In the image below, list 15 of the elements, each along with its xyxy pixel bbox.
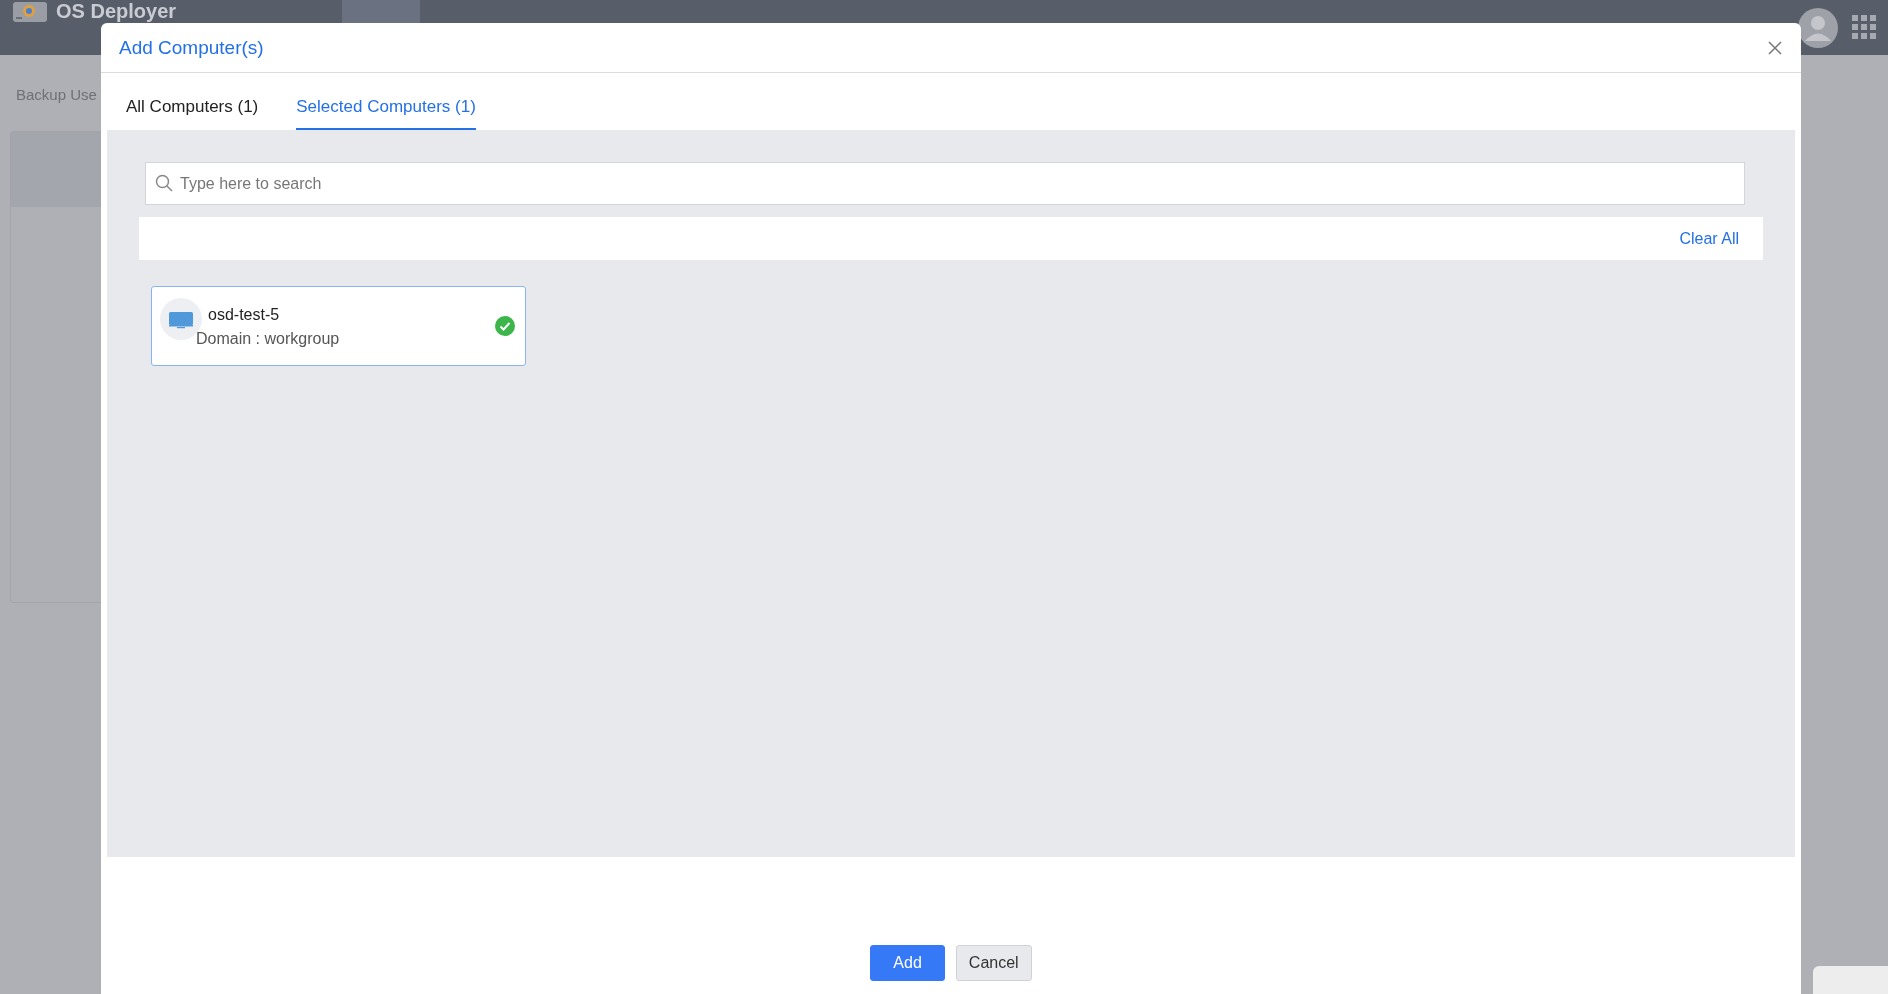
breadcrumb: Backup Use <box>16 86 97 103</box>
computer-domain: Domain : workgroup <box>196 330 340 348</box>
computer-name: osd-test-5 <box>208 306 281 324</box>
app-name: OS Deployer <box>56 0 177 22</box>
apps-grid-icon[interactable] <box>1852 14 1878 41</box>
logo-icon <box>12 1 48 23</box>
tab[interactable]: All Computers (1) <box>126 97 259 130</box>
computer-card[interactable]: osd-test-5 Domain : workgroup <box>151 286 526 366</box>
close-icon[interactable] <box>1767 39 1783 56</box>
avatar-icon[interactable] <box>1798 7 1838 48</box>
add-button[interactable]: Add <box>870 945 945 981</box>
search-field[interactable]: Type here to search <box>145 162 1745 205</box>
clear-all-link[interactable]: Clear All <box>1679 229 1739 248</box>
dialog-title: Add Computer(s) <box>119 36 264 59</box>
cancel-button[interactable]: Cancel <box>955 945 1032 981</box>
